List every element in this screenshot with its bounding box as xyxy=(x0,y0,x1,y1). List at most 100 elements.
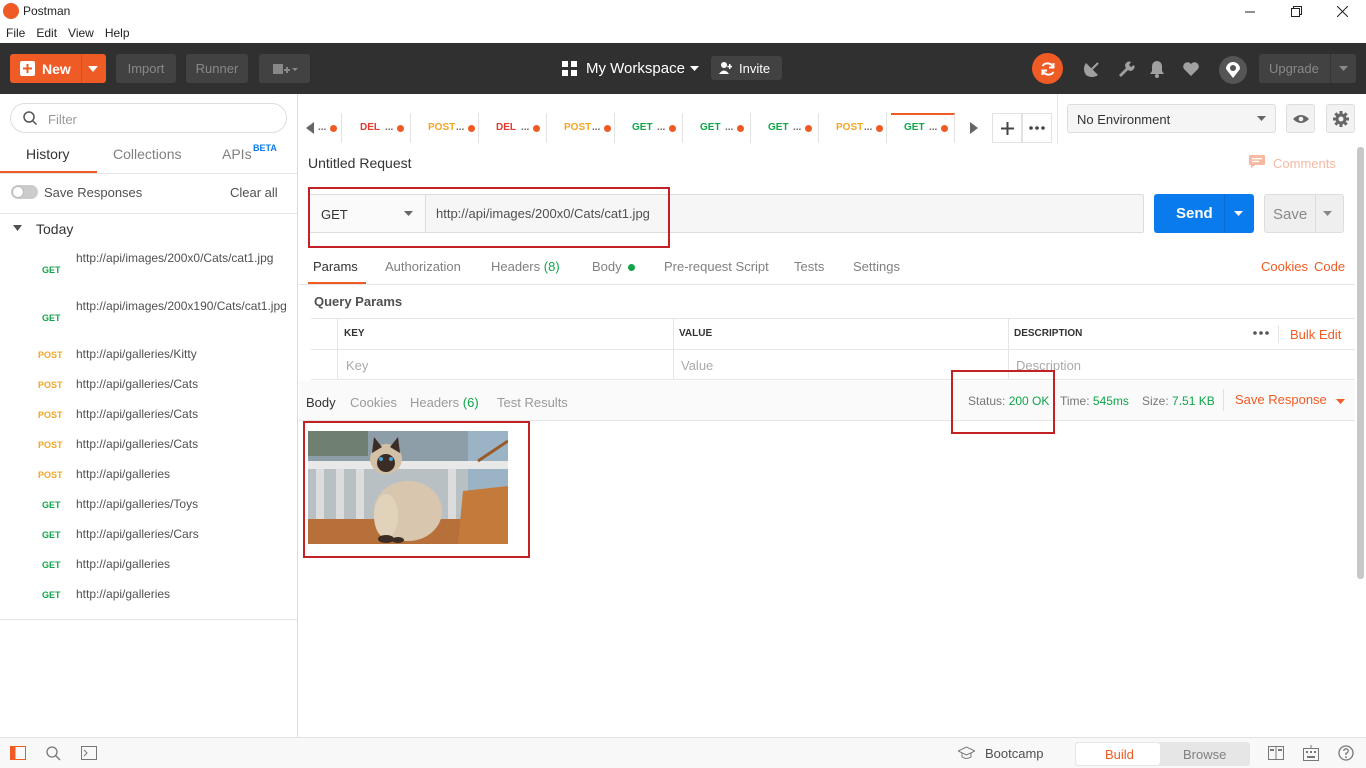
history-item[interactable]: POST http://api/galleries/Kitty xyxy=(0,344,297,374)
bootcamp-icon[interactable] xyxy=(958,746,975,760)
history-item[interactable]: GET http://api/images/200x0/Cats/cat1.jp… xyxy=(0,247,297,295)
request-tab[interactable]: POST ... xyxy=(551,113,615,143)
workspace-selector[interactable]: My Workspace xyxy=(586,60,685,77)
key-input[interactable]: Key xyxy=(346,358,368,373)
tab-collections[interactable]: Collections xyxy=(113,146,181,162)
restore-button[interactable] xyxy=(1273,0,1319,23)
save-response-button[interactable]: Save Response xyxy=(1235,392,1346,407)
comments-icon[interactable] xyxy=(1249,155,1265,168)
request-tab[interactable]: DEL ... xyxy=(483,113,547,143)
caret-down-icon[interactable] xyxy=(13,225,22,231)
request-tab-active[interactable]: GET ... xyxy=(891,113,955,143)
find-icon[interactable] xyxy=(46,746,61,761)
value-input[interactable]: Value xyxy=(681,358,713,373)
scrollbar-thumb[interactable] xyxy=(1357,147,1364,579)
menu-view[interactable]: View xyxy=(62,23,99,43)
save-button[interactable]: Save xyxy=(1264,194,1344,233)
caret-down-icon[interactable] xyxy=(1339,66,1348,71)
workspace-grid-icon xyxy=(562,61,577,76)
environment-quick-look-button[interactable] xyxy=(1286,104,1315,133)
heart-icon[interactable] xyxy=(1178,56,1204,82)
history-item[interactable]: GET http://api/galleries/Toys xyxy=(0,494,297,524)
caret-down-icon[interactable] xyxy=(88,66,98,72)
history-item[interactable]: POST http://api/galleries/Cats xyxy=(0,404,297,434)
runner-button[interactable]: Runner xyxy=(186,54,248,83)
annotation-highlight xyxy=(303,421,530,558)
history-item[interactable]: POST http://api/galleries xyxy=(0,464,297,494)
environment-select[interactable]: No Environment xyxy=(1067,104,1276,133)
console-icon[interactable] xyxy=(81,746,97,760)
history-item[interactable]: POST http://api/galleries/Cats xyxy=(0,434,297,464)
sync-icon[interactable] xyxy=(1032,53,1063,84)
save-responses-toggle[interactable] xyxy=(11,185,38,199)
caret-down-icon[interactable] xyxy=(1323,211,1332,216)
request-tab[interactable]: GET ... xyxy=(755,113,819,143)
response-tab-headers[interactable]: Headers (6) xyxy=(410,395,479,410)
tab-authorization[interactable]: Authorization xyxy=(385,259,461,274)
divider xyxy=(311,379,1355,380)
scroll-left-icon[interactable] xyxy=(306,122,314,134)
tab-body[interactable]: Body xyxy=(592,259,636,274)
clear-all-button[interactable]: Clear all xyxy=(230,185,278,200)
user-avatar[interactable] xyxy=(1219,56,1247,84)
code-link[interactable]: Code xyxy=(1314,259,1345,274)
tab-tests[interactable]: Tests xyxy=(794,259,824,274)
more-options-icon[interactable] xyxy=(1253,331,1269,335)
bootcamp-link[interactable]: Bootcamp xyxy=(985,746,1044,761)
manage-environments-button[interactable] xyxy=(1326,104,1355,133)
history-item[interactable]: GET http://api/galleries xyxy=(0,584,297,614)
request-tab[interactable]: GET ... xyxy=(619,113,683,143)
method-badge: POST xyxy=(38,440,63,450)
minimize-button[interactable] xyxy=(1227,0,1273,23)
new-tab-button[interactable] xyxy=(992,113,1022,143)
satellite-icon[interactable] xyxy=(1079,56,1105,82)
comments-label[interactable]: Comments xyxy=(1273,156,1336,171)
menu-file[interactable]: File xyxy=(0,23,30,43)
bell-icon[interactable] xyxy=(1144,56,1170,82)
history-item[interactable]: GET http://api/galleries xyxy=(0,554,297,584)
tab-headers[interactable]: Headers (8) xyxy=(491,259,560,274)
filter-input[interactable]: Filter xyxy=(10,103,287,133)
new-window-button[interactable] xyxy=(259,54,310,83)
tab-apis[interactable]: APIs BETA xyxy=(222,143,277,162)
two-pane-view-icon[interactable] xyxy=(1268,746,1284,760)
caret-down-icon[interactable] xyxy=(1234,211,1243,216)
request-name[interactable]: Untitled Request xyxy=(308,155,412,171)
history-group-today[interactable]: Today xyxy=(36,221,73,237)
menu-edit[interactable]: Edit xyxy=(30,23,62,43)
request-tab[interactable]: POST ... xyxy=(415,113,479,143)
tab-pre-request-script[interactable]: Pre-request Script xyxy=(664,259,769,274)
request-tab[interactable]: GET ... xyxy=(687,113,751,143)
cookies-link[interactable]: Cookies xyxy=(1261,259,1308,274)
send-button[interactable]: Send xyxy=(1154,194,1254,233)
response-tab-body[interactable]: Body xyxy=(306,395,336,410)
build-button[interactable]: Build xyxy=(1076,743,1160,765)
import-button[interactable]: Import xyxy=(116,54,176,83)
bulk-edit-link[interactable]: Bulk Edit xyxy=(1290,327,1341,342)
response-tab-cookies[interactable]: Cookies xyxy=(350,395,397,410)
divider xyxy=(337,319,338,380)
menu-help[interactable]: Help xyxy=(99,23,135,43)
caret-down-icon[interactable] xyxy=(690,66,699,71)
tab-params[interactable]: Params xyxy=(313,259,358,274)
invite-button[interactable]: Invite xyxy=(711,56,782,80)
wrench-icon[interactable] xyxy=(1113,56,1139,82)
more-tabs-button[interactable] xyxy=(1022,113,1052,143)
new-button[interactable]: New xyxy=(10,54,106,83)
tab-settings[interactable]: Settings xyxy=(853,259,900,274)
history-item[interactable]: POST http://api/galleries/Cats xyxy=(0,374,297,404)
response-tab-test-results[interactable]: Test Results xyxy=(497,395,568,410)
keyboard-shortcuts-icon[interactable] xyxy=(1303,745,1319,761)
help-icon[interactable] xyxy=(1338,745,1354,761)
toggle-sidebar-icon[interactable] xyxy=(10,746,26,760)
history-item[interactable]: GET http://api/galleries/Cars xyxy=(0,524,297,554)
history-item[interactable]: GET http://api/images/200x190/Cats/cat1.… xyxy=(0,295,297,343)
scroll-right-icon[interactable] xyxy=(970,122,978,134)
request-tab[interactable]: POST ... xyxy=(823,113,887,143)
close-window-button[interactable] xyxy=(1319,0,1365,23)
request-tab[interactable]: ... xyxy=(316,113,342,143)
upgrade-button[interactable]: Upgrade xyxy=(1259,54,1356,83)
request-tab[interactable]: DEL ... xyxy=(347,113,411,143)
tab-history[interactable]: History xyxy=(26,146,70,162)
browse-button[interactable]: Browse xyxy=(1183,747,1226,762)
